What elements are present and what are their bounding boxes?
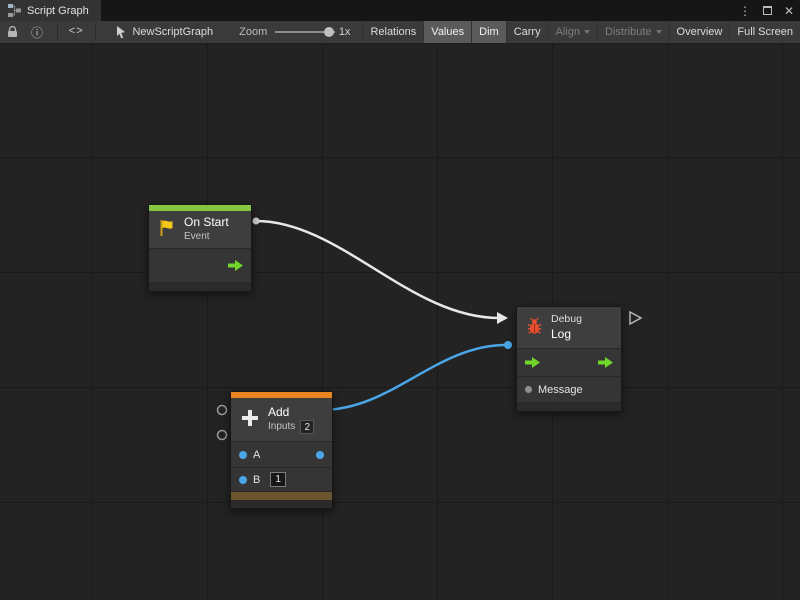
inputs-count-field[interactable]: 2 bbox=[300, 420, 314, 434]
maximize-icon[interactable] bbox=[763, 6, 772, 15]
node-subtitle: Event bbox=[184, 231, 229, 244]
flow-ports-row bbox=[517, 349, 621, 377]
toolbar-divider bbox=[57, 25, 58, 39]
toolbar-divider bbox=[95, 25, 96, 39]
node-on-start[interactable]: On Start Event bbox=[148, 204, 252, 292]
bug-icon bbox=[525, 317, 544, 339]
button-label: Distribute bbox=[605, 26, 651, 38]
port-row-a: A bbox=[231, 442, 332, 468]
node-header: Add Inputs 2 bbox=[231, 398, 332, 442]
unconnected-port-indicator-a[interactable] bbox=[218, 406, 227, 415]
info-icon[interactable]: ⓘ bbox=[31, 24, 43, 41]
unconnected-port-indicator-b[interactable] bbox=[218, 431, 227, 440]
overview-button[interactable]: Overview bbox=[669, 21, 730, 43]
button-label: Full Screen bbox=[737, 26, 793, 38]
flow-arrowhead-icon bbox=[497, 312, 508, 324]
flow-output-row bbox=[149, 249, 251, 283]
node-add[interactable]: Add Inputs 2 A B 1 bbox=[230, 391, 333, 509]
align-button[interactable]: Align bbox=[548, 21, 597, 43]
node-header: Debug Log bbox=[517, 307, 621, 349]
port-label: B bbox=[253, 474, 260, 486]
tab-bar: Script Graph ⋮ ✕ bbox=[0, 0, 800, 21]
toolbar-buttons: Relations Values Dim Carry Align Distrib… bbox=[362, 21, 800, 43]
button-label: Carry bbox=[514, 26, 541, 38]
button-label: Dim bbox=[479, 26, 499, 38]
zoom-slider-handle[interactable] bbox=[324, 27, 334, 37]
script-graph-window: Script Graph ⋮ ✕ ⓘ <> NewScriptGraph Zoo… bbox=[0, 0, 800, 600]
node-footer bbox=[149, 283, 251, 291]
lock-icon[interactable] bbox=[7, 26, 18, 38]
graph-canvas[interactable]: On Start Event bbox=[0, 44, 800, 600]
node-header: On Start Event bbox=[149, 211, 251, 249]
connection-onstart-to-log[interactable] bbox=[256, 221, 499, 318]
message-input-port[interactable] bbox=[525, 386, 532, 393]
inputs-label: Inputs bbox=[268, 421, 295, 434]
graph-asset-icon bbox=[115, 25, 127, 39]
value-input-port-a[interactable] bbox=[239, 451, 247, 459]
flow-continuation-triangle-icon bbox=[630, 312, 641, 324]
connection-add-to-message[interactable] bbox=[321, 345, 506, 410]
carry-button[interactable]: Carry bbox=[506, 21, 548, 43]
value-output-port[interactable] bbox=[316, 451, 324, 459]
flow-output-port[interactable] bbox=[598, 357, 613, 368]
button-label: Values bbox=[431, 26, 464, 38]
node-titles: Add Inputs 2 bbox=[268, 405, 314, 434]
port-row-b: B 1 bbox=[231, 468, 332, 492]
tab-script-graph[interactable]: Script Graph bbox=[0, 0, 101, 21]
node-title: Add bbox=[268, 405, 314, 420]
button-label: Relations bbox=[370, 26, 416, 38]
node-title: On Start bbox=[184, 215, 229, 230]
flow-output-port[interactable] bbox=[228, 260, 243, 271]
node-footer bbox=[517, 403, 621, 411]
close-icon[interactable]: ✕ bbox=[784, 5, 794, 17]
node-debug-log[interactable]: Debug Log Message bbox=[516, 306, 622, 412]
flag-icon bbox=[157, 218, 177, 241]
dropdown-caret-icon bbox=[656, 30, 662, 34]
graph-name[interactable]: NewScriptGraph bbox=[132, 26, 213, 38]
zoom-value: 1x bbox=[339, 26, 351, 38]
graph-toolbar: ⓘ <> NewScriptGraph Zoom 1x Relations Va… bbox=[0, 21, 800, 44]
button-label: Overview bbox=[677, 26, 723, 38]
flow-connection-start-dot bbox=[253, 218, 260, 225]
code-view-icon[interactable]: <> bbox=[69, 26, 84, 38]
value-connection-end-dot bbox=[504, 341, 512, 349]
full-screen-button[interactable]: Full Screen bbox=[729, 21, 800, 43]
node-footer bbox=[231, 501, 332, 508]
plus-icon bbox=[239, 407, 261, 432]
relations-button[interactable]: Relations bbox=[362, 21, 423, 43]
values-button[interactable]: Values bbox=[423, 21, 471, 43]
menu-icon[interactable]: ⋮ bbox=[739, 5, 751, 17]
value-input-port-b[interactable] bbox=[239, 476, 247, 484]
node-color-strip bbox=[231, 492, 332, 501]
port-label: A bbox=[253, 449, 260, 461]
tab-title: Script Graph bbox=[27, 5, 89, 17]
zoom-slider[interactable] bbox=[275, 26, 335, 38]
flow-input-port[interactable] bbox=[525, 357, 540, 368]
zoom-label: Zoom bbox=[239, 26, 267, 38]
node-category: Debug bbox=[551, 313, 582, 326]
port-b-value-field[interactable]: 1 bbox=[270, 472, 286, 487]
port-label: Message bbox=[538, 384, 583, 396]
node-titles: Debug Log bbox=[551, 313, 582, 341]
window-controls: ⋮ ✕ bbox=[739, 0, 794, 21]
connections-layer bbox=[0, 44, 800, 600]
distribute-button[interactable]: Distribute bbox=[597, 21, 668, 43]
script-graph-tab-icon bbox=[8, 4, 21, 17]
node-titles: On Start Event bbox=[184, 215, 229, 244]
message-port-row: Message bbox=[517, 377, 621, 403]
node-title: Log bbox=[551, 327, 582, 342]
dropdown-caret-icon bbox=[584, 30, 590, 34]
dim-button[interactable]: Dim bbox=[471, 21, 506, 43]
button-label: Align bbox=[556, 26, 580, 38]
